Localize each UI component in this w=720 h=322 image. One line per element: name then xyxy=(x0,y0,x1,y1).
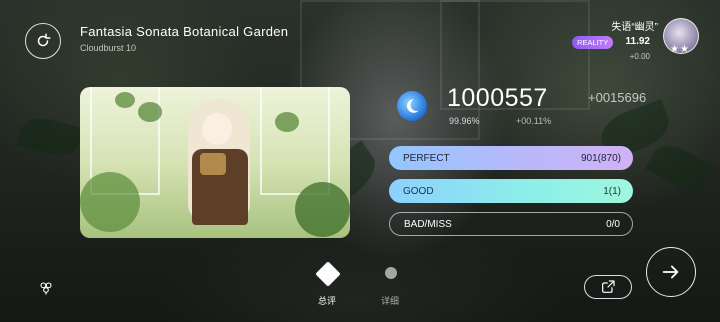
accuracy-value: 99.96% xyxy=(449,116,480,126)
flower-basket xyxy=(200,153,226,175)
judge-value: 0/0 xyxy=(606,218,620,230)
next-button[interactable] xyxy=(646,247,696,297)
avatar-stars: ★★ xyxy=(670,44,690,55)
player-rks-delta: +0.00 xyxy=(629,52,650,61)
song-title: Fantasia Sonata Botanical Garden xyxy=(80,24,289,39)
settings-icon[interactable] xyxy=(37,279,55,297)
hanging-plant xyxy=(138,102,162,122)
song-difficulty-level: Cloudburst 10 xyxy=(80,43,137,53)
background-leaf xyxy=(16,112,84,162)
tab-detail-icon[interactable] xyxy=(385,267,397,279)
score-value: 1000557 xyxy=(447,84,548,112)
illustration-window xyxy=(260,87,330,195)
hanging-plant xyxy=(275,112,299,132)
good-count-bar: GOOD 1(1) xyxy=(389,179,633,203)
judge-value: 901(870) xyxy=(580,152,621,164)
tab-summary[interactable]: 总评 xyxy=(318,294,336,307)
fern-plant xyxy=(295,182,350,237)
arrow-right-icon xyxy=(662,265,679,279)
player-name: 失语“幽灵” xyxy=(611,22,658,33)
crescent-icon xyxy=(406,99,419,113)
character-face xyxy=(202,113,232,145)
accuracy-delta: +00.11% xyxy=(516,116,552,126)
fern-plant xyxy=(80,172,140,232)
perfect-count-bar: PERFECT 901(870) xyxy=(389,146,633,170)
rank-badge: REALITY xyxy=(572,36,614,49)
bad-miss-count-bar: BAD/MISS 0/0 xyxy=(389,212,633,236)
retry-button[interactable] xyxy=(25,23,61,59)
share-button[interactable] xyxy=(584,275,632,299)
judge-label: GOOD xyxy=(403,185,434,197)
moon-rank-icon xyxy=(397,91,427,121)
background-leaf xyxy=(645,137,715,199)
score-delta: +0015696 xyxy=(588,90,647,105)
tab-detail[interactable]: 详细 xyxy=(381,294,399,307)
judge-label: BAD/MISS xyxy=(404,218,452,230)
judge-label: PERFECT xyxy=(403,152,450,164)
share-icon xyxy=(602,280,615,293)
judge-value: 1(1) xyxy=(603,185,621,197)
song-illustration xyxy=(80,87,350,238)
player-rks: 11.92 xyxy=(625,36,650,47)
hanging-plant xyxy=(115,92,135,108)
retry-icon xyxy=(37,33,51,47)
flower-icon xyxy=(40,282,52,295)
